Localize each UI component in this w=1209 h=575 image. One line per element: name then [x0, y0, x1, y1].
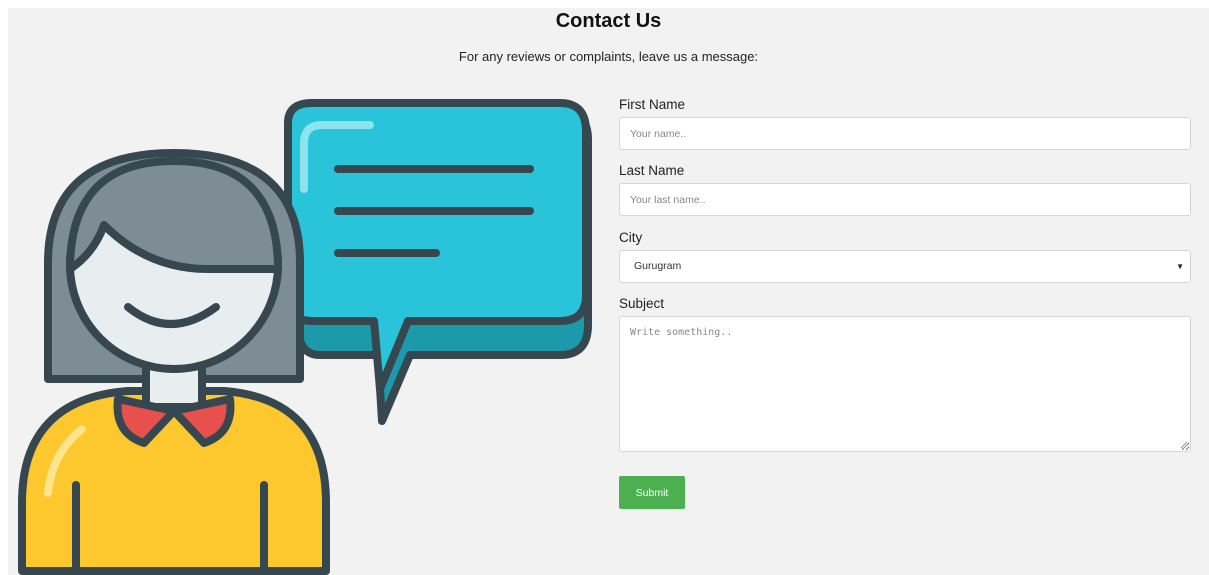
contact-page: Contact Us For any reviews or complaints… — [8, 8, 1209, 575]
first-name-input[interactable] — [619, 117, 1191, 150]
city-select-value: Gurugram — [634, 260, 682, 272]
caret-down-icon: ▼ — [1176, 262, 1184, 271]
city-label: City — [619, 230, 643, 245]
first-name-label: First Name — [619, 97, 686, 112]
person-with-speech-bubble-icon — [18, 99, 592, 575]
last-name-input[interactable] — [619, 183, 1191, 216]
contact-illustration — [8, 93, 598, 575]
city-select[interactable]: Gurugram ▼ — [619, 250, 1191, 283]
page-subtitle: For any reviews or complaints, leave us … — [458, 49, 759, 64]
resize-grip-icon[interactable] — [1180, 441, 1188, 449]
last-name-label: Last Name — [619, 163, 685, 178]
shirt — [18, 387, 330, 575]
subject-label: Subject — [619, 296, 665, 311]
subject-wrapper — [619, 316, 1191, 452]
subject-textarea[interactable] — [619, 316, 1191, 452]
page-title: Contact Us — [555, 10, 662, 32]
submit-button[interactable]: Submit — [619, 476, 685, 509]
